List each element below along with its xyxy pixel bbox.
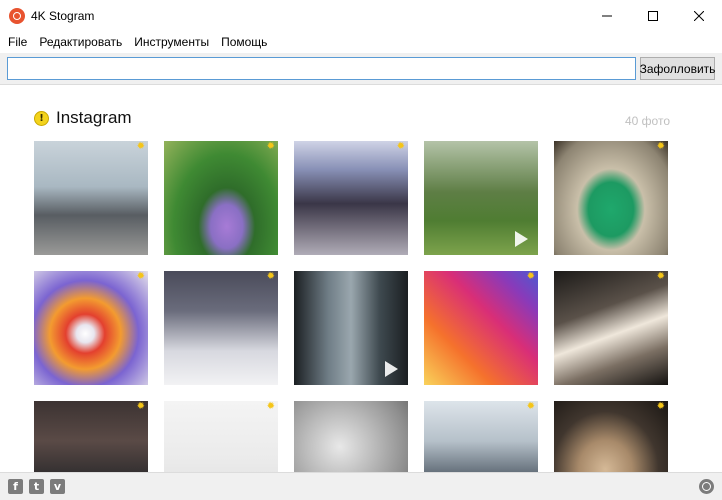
photo-tile[interactable]: ✹ (164, 141, 278, 255)
globe-icon[interactable] (699, 479, 714, 494)
maximize-button[interactable] (630, 0, 676, 31)
photo-tile[interactable] (294, 271, 408, 385)
title-bar: 4K Stogram (0, 0, 722, 31)
menu-edit[interactable]: Редактировать (33, 31, 128, 53)
vimeo-icon[interactable]: v (50, 479, 65, 494)
maximize-icon (648, 10, 658, 21)
minimize-button[interactable] (584, 0, 630, 31)
photo-tile[interactable] (294, 401, 408, 472)
play-icon (385, 361, 398, 377)
minimize-icon (602, 15, 612, 16)
url-input[interactable] (7, 57, 636, 80)
photo-tile[interactable]: ✹ (34, 401, 148, 472)
menu-bar: File Редактировать Инструменты Помощь (0, 31, 722, 53)
new-star-icon: ✹ (656, 401, 665, 412)
new-star-icon: ✹ (526, 401, 535, 412)
photo-tile[interactable]: ✹ (424, 271, 538, 385)
photo-tile[interactable]: ✹ (164, 401, 278, 472)
menu-help[interactable]: Помощь (215, 31, 273, 53)
twitter-icon[interactable]: t (29, 479, 44, 494)
new-star-icon: ✹ (136, 401, 145, 412)
photo-tile[interactable]: ✹ (424, 401, 538, 472)
new-star-icon: ✹ (266, 141, 275, 152)
new-star-icon: ✹ (266, 271, 275, 282)
url-toolbar: Зафолловить (0, 53, 722, 85)
new-star-icon: ✹ (396, 141, 405, 152)
close-icon (694, 10, 704, 21)
window-controls (584, 0, 722, 31)
new-star-icon: ✹ (526, 271, 535, 282)
new-star-icon: ✹ (136, 141, 145, 152)
status-bar: f t v (0, 472, 722, 500)
new-star-icon: ✹ (136, 271, 145, 282)
section-header: ! Instagram (34, 108, 132, 128)
photo-tile[interactable]: ✹ (294, 141, 408, 255)
warning-icon: ! (34, 110, 49, 126)
facebook-icon[interactable]: f (8, 479, 23, 494)
window-title: 4K Stogram (31, 8, 95, 23)
photo-tile[interactable]: ✹ (554, 141, 668, 255)
section-title: Instagram (56, 108, 132, 127)
photo-tile[interactable]: ✹ (34, 141, 148, 255)
close-button[interactable] (676, 0, 722, 31)
menu-tools[interactable]: Инструменты (128, 31, 215, 53)
new-star-icon: ✹ (656, 141, 665, 152)
photo-tile[interactable] (424, 141, 538, 255)
menu-file[interactable]: File (2, 31, 33, 53)
new-star-icon: ✹ (266, 401, 275, 412)
photo-tile[interactable]: ✹ (554, 401, 668, 472)
app-logo-icon (9, 7, 25, 24)
photo-tile[interactable]: ✹ (164, 271, 278, 385)
photo-grid: ✹ ✹ ✹ ✹ ✹ ✹ ✹ ✹ ✹ ✹ ✹ ✹ (34, 141, 668, 472)
play-icon (515, 231, 528, 247)
photo-tile[interactable]: ✹ (554, 271, 668, 385)
feed-area[interactable]: ! Instagram 40 фото ✹ ✹ ✹ ✹ ✹ ✹ ✹ ✹ ✹ ✹ ✹ ✹ (0, 86, 722, 472)
photo-tile[interactable]: ✹ (34, 271, 148, 385)
follow-button[interactable]: Зафолловить (640, 57, 715, 80)
new-star-icon: ✹ (656, 271, 665, 282)
photo-count: 40 фото (625, 114, 670, 128)
